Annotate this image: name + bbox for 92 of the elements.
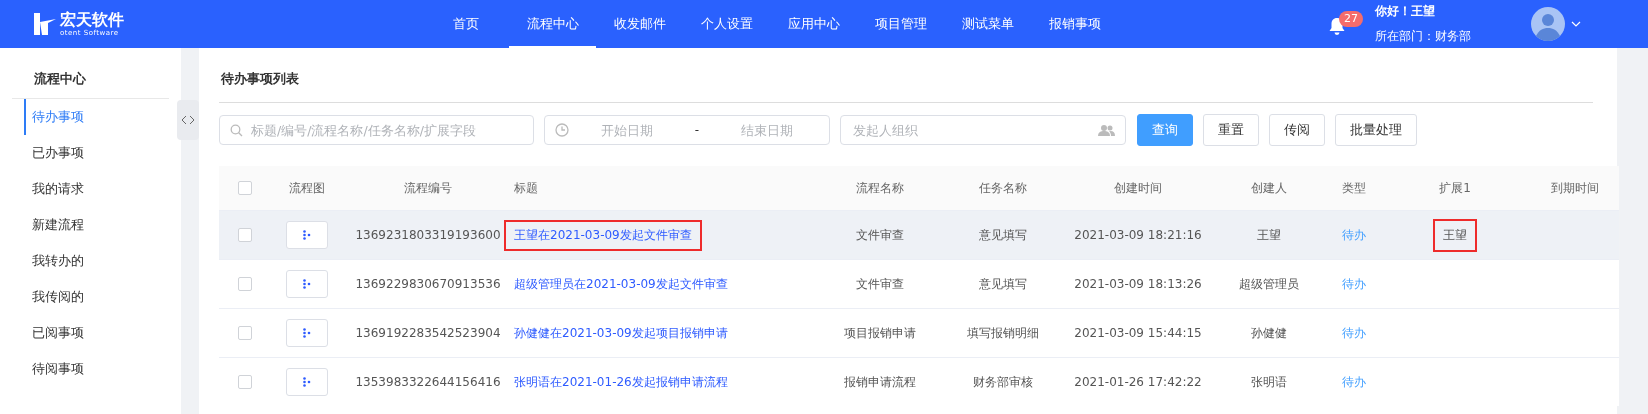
flowchart-icon xyxy=(302,230,312,240)
sidebar-item[interactable]: 已阅事项 xyxy=(24,315,181,351)
table-cell: 2021-03-09 15:44:15 xyxy=(1067,308,1209,358)
people-icon[interactable] xyxy=(1098,123,1115,137)
sidebar-item[interactable]: 新建流程 xyxy=(24,207,181,243)
sidebar-item[interactable]: 我转办的 xyxy=(24,243,181,279)
end-date-input[interactable]: 结束日期 xyxy=(715,121,819,139)
sidebar-item[interactable]: 我传阅的 xyxy=(24,279,181,315)
table-cell: 1353983322644156416 xyxy=(343,357,513,406)
column-header: 流程图 xyxy=(271,166,343,211)
collapse-toggle[interactable] xyxy=(177,100,199,140)
table-cell: 超级管理员 xyxy=(1209,259,1329,309)
chevrons-icon xyxy=(181,115,195,125)
column-header: 到期时间 xyxy=(1531,166,1619,211)
column-header: 创建人 xyxy=(1209,166,1329,211)
table-cell: 2021-03-09 18:21:16 xyxy=(1067,210,1209,260)
flowchart-button[interactable] xyxy=(286,221,328,249)
nav-tab[interactable]: 项目管理 xyxy=(857,0,944,48)
table-cell: 意见填写 xyxy=(939,259,1067,309)
table-cell: 文件审查 xyxy=(821,210,939,260)
action-button[interactable]: 重置 xyxy=(1203,114,1259,146)
greeting-text: 你好！王望 xyxy=(1375,3,1436,20)
checkbox[interactable] xyxy=(238,181,252,196)
checkbox[interactable] xyxy=(238,277,252,292)
type-text: 待办 xyxy=(1342,227,1366,242)
column-header: 任务名称 xyxy=(939,166,1067,211)
table-cell: 文件审查 xyxy=(821,259,939,309)
table-cell: 王望 xyxy=(1209,210,1329,260)
notification-badge: 27 xyxy=(1339,11,1363,27)
search-icon xyxy=(230,123,243,137)
table-cell: 报销申请流程 xyxy=(821,357,939,406)
avatar-icon[interactable] xyxy=(1531,7,1565,41)
column-header: 扩展1 xyxy=(1379,166,1531,211)
table-cell: 王望 xyxy=(1433,218,1477,252)
separator-text: - xyxy=(693,123,701,137)
logo-icon xyxy=(32,11,58,37)
table-cell: 2021-01-26 17:42:22 xyxy=(1067,357,1209,406)
table-row[interactable]: 1369231803319193600 王望在2021-03-09发起文件审查 文件审查 意见填写 2021-03-09 18:21:16 王望 待办 王望 xyxy=(219,210,1619,260)
column-header: 流程名称 xyxy=(821,166,939,211)
search-field[interactable]: 标题/编号/流程名称/任务名称/扩展字段 xyxy=(219,115,534,145)
table-row[interactable]: 1353983322644156416 张明语在2021-01-26发起报销申请流程 报销申请流程 财务部审核 2021-01-26 17:42:22 张明语 待办 xyxy=(219,357,1619,406)
table-cell: 1369231803319193600 xyxy=(343,210,513,260)
sidebar-title: 流程中心 xyxy=(12,70,169,99)
sidebar-item[interactable]: 我的请求 xyxy=(24,171,181,207)
table-cell: 1369229830670913536 xyxy=(343,259,513,309)
type-text: 待办 xyxy=(1342,276,1366,291)
nav-tab[interactable]: 报销事项 xyxy=(1031,0,1118,48)
checkbox[interactable] xyxy=(238,375,252,390)
column-header: 标题 xyxy=(513,166,821,211)
column-header: 类型 xyxy=(1329,166,1379,211)
panel-title: 待办事项列表 xyxy=(219,48,1593,103)
action-button[interactable]: 批量处理 xyxy=(1335,114,1417,146)
flowchart-button[interactable] xyxy=(286,270,328,298)
table-cell: 意见填写 xyxy=(939,210,1067,260)
date-range-field[interactable]: 开始日期 - 结束日期 xyxy=(544,115,830,145)
table-cell: 2021-03-09 18:13:26 xyxy=(1067,259,1209,309)
table-cell: 项目报销申请 xyxy=(821,308,939,358)
type-text: 待办 xyxy=(1342,325,1366,340)
table-cell: 填写报销明细 xyxy=(939,308,1067,358)
department-text: 所在部门：财务部 xyxy=(1375,28,1472,45)
nav-tab[interactable]: 应用中心 xyxy=(770,0,857,48)
nav-tab[interactable]: 测试菜单 xyxy=(944,0,1031,48)
organization-field[interactable]: 发起人组织 xyxy=(840,115,1126,145)
flowchart-icon xyxy=(302,279,312,289)
start-date-input[interactable]: 开始日期 xyxy=(575,121,679,139)
flowchart-icon xyxy=(302,328,312,338)
sidebar-item[interactable]: 待阅事项 xyxy=(24,351,181,387)
flowchart-button[interactable] xyxy=(286,368,328,396)
flowchart-icon xyxy=(302,377,312,387)
table-row[interactable]: 1369229830670913536 超级管理员在2021-03-09发起文件审查 文件审查 意见填写 2021-03-09 18:13:26 超级管理员 待办 xyxy=(219,259,1619,309)
clock-icon xyxy=(555,123,569,137)
table-row[interactable]: 1369192283542523904 孙健健在2021-03-09发起项目报销申请 项目报销申请 填写报销明细 2021-03-09 15:44:15 孙健健 待办 xyxy=(219,308,1619,358)
type-text: 待办 xyxy=(1342,374,1366,389)
column-header: 创建时间 xyxy=(1067,166,1209,211)
table-cell: 孙健健 xyxy=(1209,308,1329,358)
sidebar-item[interactable]: 已办事项 xyxy=(24,135,181,171)
nav-tab[interactable]: 首页 xyxy=(422,0,509,48)
table-cell: 财务部审核 xyxy=(939,357,1067,406)
title-link[interactable]: 王望在2021-03-09发起文件审查 xyxy=(504,219,702,251)
checkbox[interactable] xyxy=(238,228,252,243)
table-cell: 张明语 xyxy=(1209,357,1329,406)
action-button[interactable]: 传阅 xyxy=(1269,114,1325,146)
organization-input[interactable]: 发起人组织 xyxy=(851,121,1092,139)
search-input[interactable]: 标题/编号/流程名称/任务名称/扩展字段 xyxy=(249,121,523,139)
table-cell: 1369192283542523904 xyxy=(343,308,513,358)
nav-tab[interactable]: 个人设置 xyxy=(683,0,770,48)
brand-name: 宏天软件 xyxy=(60,10,124,29)
flowchart-button[interactable] xyxy=(286,319,328,347)
nav-tab[interactable]: 收发邮件 xyxy=(596,0,683,48)
checkbox[interactable] xyxy=(238,326,252,341)
column-header: 流程编号 xyxy=(343,166,513,211)
caret-icon[interactable] xyxy=(1571,21,1581,27)
